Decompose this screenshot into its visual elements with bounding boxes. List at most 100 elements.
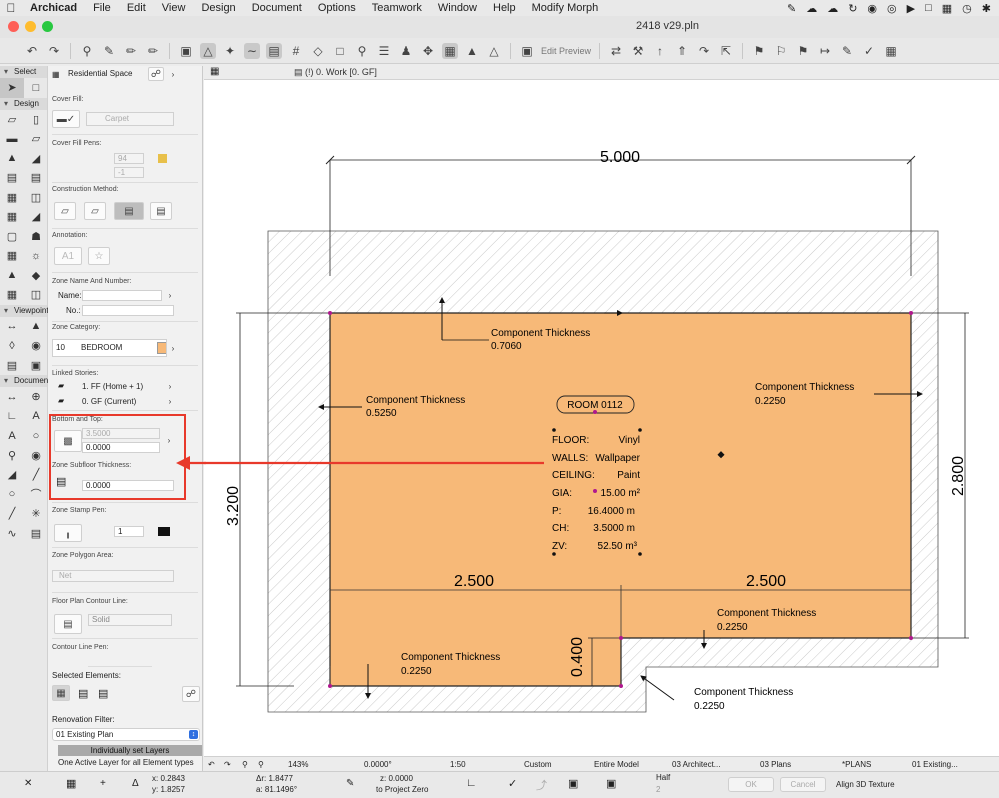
layer-combination[interactable]: Custom [524, 760, 552, 769]
pin-tool-icon[interactable]: ⚲ [0, 446, 24, 466]
detail-tool-icon[interactable]: ▤ [0, 356, 24, 376]
text-tool-icon[interactable]: A [0, 426, 24, 446]
pick-up-icon[interactable]: ✎ [101, 43, 117, 59]
dim-top-text[interactable]: 5.000 [600, 149, 640, 166]
snap-point-icon[interactable]: ▣ [568, 777, 578, 790]
ct-bottom-right-label[interactable]: Component Thickness [717, 608, 816, 619]
lamp-tool-icon[interactable]: ☼ [24, 246, 48, 266]
gravity-icon[interactable]: ◇ [310, 43, 326, 59]
construction-rectangle-icon[interactable]: ▱ [84, 202, 106, 220]
dim-step-text[interactable]: 0.400 [569, 637, 586, 677]
polyline-tool-icon[interactable]: ╱ [0, 504, 24, 524]
reference-plane[interactable]: to Project Zero [376, 785, 428, 794]
menu-modify-morph[interactable]: Modify Morph [524, 2, 607, 14]
person-icon[interactable]: ♟ [398, 43, 414, 59]
label-tool-icon[interactable]: A [24, 407, 48, 427]
chevron-right-icon[interactable]: › [165, 381, 175, 392]
undo-icon[interactable]: ↶ [24, 43, 40, 59]
story-top-value[interactable]: 1. FF (Home + 1) [82, 382, 143, 391]
pen-set[interactable]: 03 Architect... [672, 760, 720, 769]
chevron-right-icon[interactable]: › [165, 290, 175, 301]
hammer-icon[interactable]: ⚒ [630, 43, 646, 59]
door-tool-icon[interactable]: ◫ [24, 188, 48, 208]
plan-combination[interactable]: *PLANS [842, 760, 871, 769]
inject-icon[interactable]: ✏ [145, 43, 161, 59]
markers-icon[interactable]: ⚑ [795, 43, 811, 59]
construction-inner-edge-icon[interactable]: ▤ [150, 202, 172, 220]
cancel-button[interactable]: Cancel [780, 777, 826, 792]
menu-options[interactable]: Options [310, 2, 364, 14]
layers-icon[interactable]: ☰ [376, 43, 392, 59]
section-icon[interactable]: ▦ [442, 42, 458, 59]
suspend-groups-icon[interactable]: ▣ [178, 43, 194, 59]
ct-outer-label[interactable]: Component Thickness [694, 687, 793, 698]
perspective-icon[interactable]: △ [486, 43, 502, 59]
dim-left-text[interactable]: 3.200 [225, 486, 242, 526]
mark-icon[interactable]: ✎ [839, 43, 855, 59]
cover-fill-select[interactable]: Carpet [86, 112, 174, 126]
delta-icon[interactable]: Δ [132, 778, 139, 789]
rotation-angle[interactable]: 0.0000° [364, 760, 392, 769]
polygon-area-select[interactable]: Net [52, 570, 174, 582]
select-all-icon[interactable]: ▦ [52, 685, 70, 701]
interior-elevation-tool-icon[interactable]: ◊ [0, 336, 24, 356]
select-type-icon[interactable]: ▤ [78, 687, 88, 700]
zoom-out-icon[interactable]: ⚲ [258, 760, 264, 769]
pencil-icon[interactable]: ✎ [346, 778, 354, 789]
circle-tool-icon[interactable]: ○ [0, 485, 24, 505]
apple-icon[interactable]:  [0, 1, 22, 15]
measure-icon[interactable]: ↦ [817, 43, 833, 59]
check-icon[interactable]: ✓ [508, 777, 517, 790]
menu-view[interactable]: View [154, 2, 194, 14]
ct-right-label[interactable]: Component Thickness [755, 382, 854, 393]
ct-bottom-left-value[interactable]: 0.2250 [401, 666, 432, 677]
bluetooth-icon[interactable]: ✱ [982, 2, 991, 15]
menu-edit[interactable]: Edit [119, 2, 154, 14]
grid-icon[interactable]: ▦ [66, 777, 76, 790]
change-tool-icon[interactable]: ▣ [24, 356, 48, 376]
trace-icon[interactable]: △ [200, 42, 216, 59]
delta-a[interactable]: a: 81.1496° [256, 785, 297, 794]
y-coordinate[interactable]: y: 1.8257 [152, 785, 185, 794]
beam-tool-icon[interactable]: ▬ [0, 129, 24, 149]
minimize-window-button[interactable] [25, 21, 36, 32]
cover-fill-toggle[interactable]: ▬✓ [52, 110, 80, 128]
play-icon[interactable]: ▶ [907, 2, 915, 15]
contour-line-select[interactable]: Solid [88, 614, 172, 626]
menu-teamwork[interactable]: Teamwork [364, 2, 430, 14]
arc-tool-icon[interactable]: ⌒ [24, 485, 48, 505]
menu-document[interactable]: Document [244, 2, 310, 14]
tab-grid-icon[interactable]: ▦ [210, 66, 219, 77]
cloud-icon[interactable]: ☁ [806, 2, 817, 15]
dim-right-text[interactable]: 2.800 [950, 456, 967, 496]
grid-snap-icon[interactable]: # [288, 43, 304, 59]
shell-tool-icon[interactable]: ◢ [24, 149, 48, 169]
cloud-sync-icon[interactable]: ☁ [827, 2, 838, 15]
zone-stamp-tool-icon[interactable]: ◉ [24, 446, 48, 466]
guide-lines-icon[interactable]: ∼ [244, 42, 260, 59]
toolbox-section-document[interactable]: Documen [0, 375, 48, 387]
drag-icon[interactable]: ↷ [696, 43, 712, 59]
ct-bottom-right-value[interactable]: 0.2250 [717, 622, 748, 633]
menu-help[interactable]: Help [485, 2, 524, 14]
align-icon[interactable]: ↑ [652, 43, 668, 59]
ct-bottom-left-label[interactable]: Component Thickness [401, 652, 500, 663]
wall-tool-icon[interactable]: ▱ [0, 110, 24, 130]
menu-app[interactable]: Archicad [22, 2, 85, 14]
snap-guides-icon[interactable]: ▤ [266, 42, 282, 59]
mesh-tool-icon[interactable]: ▲ [0, 266, 24, 286]
stamp-pen-field[interactable]: 1 [114, 526, 144, 537]
renovation-status[interactable]: 01 Existing... [912, 760, 958, 769]
zone-polygon[interactable] [329, 312, 912, 687]
window-tool-icon[interactable]: ▦ [0, 207, 24, 227]
tab-floor-plan[interactable]: ▤ (!) 0. Work [0. GF] [294, 67, 377, 78]
undo-view-icon[interactable]: ↶ [208, 760, 215, 769]
background-pen-field[interactable]: -1 [114, 167, 144, 178]
section-tool-icon[interactable]: ↔ [0, 317, 24, 337]
floor-plan-canvas[interactable]: 5.000 2.800 3.200 2.500 2.500 0.400 Comp… [204, 80, 999, 756]
elevation-mark-tool-icon[interactable]: ○ [24, 426, 48, 446]
zoom-window-button[interactable] [42, 21, 53, 32]
story-bottom-value[interactable]: 0. GF (Current) [82, 397, 136, 406]
contour-icon[interactable]: ▤ [54, 614, 82, 634]
drawing-tool-icon[interactable]: ▤ [24, 524, 48, 544]
